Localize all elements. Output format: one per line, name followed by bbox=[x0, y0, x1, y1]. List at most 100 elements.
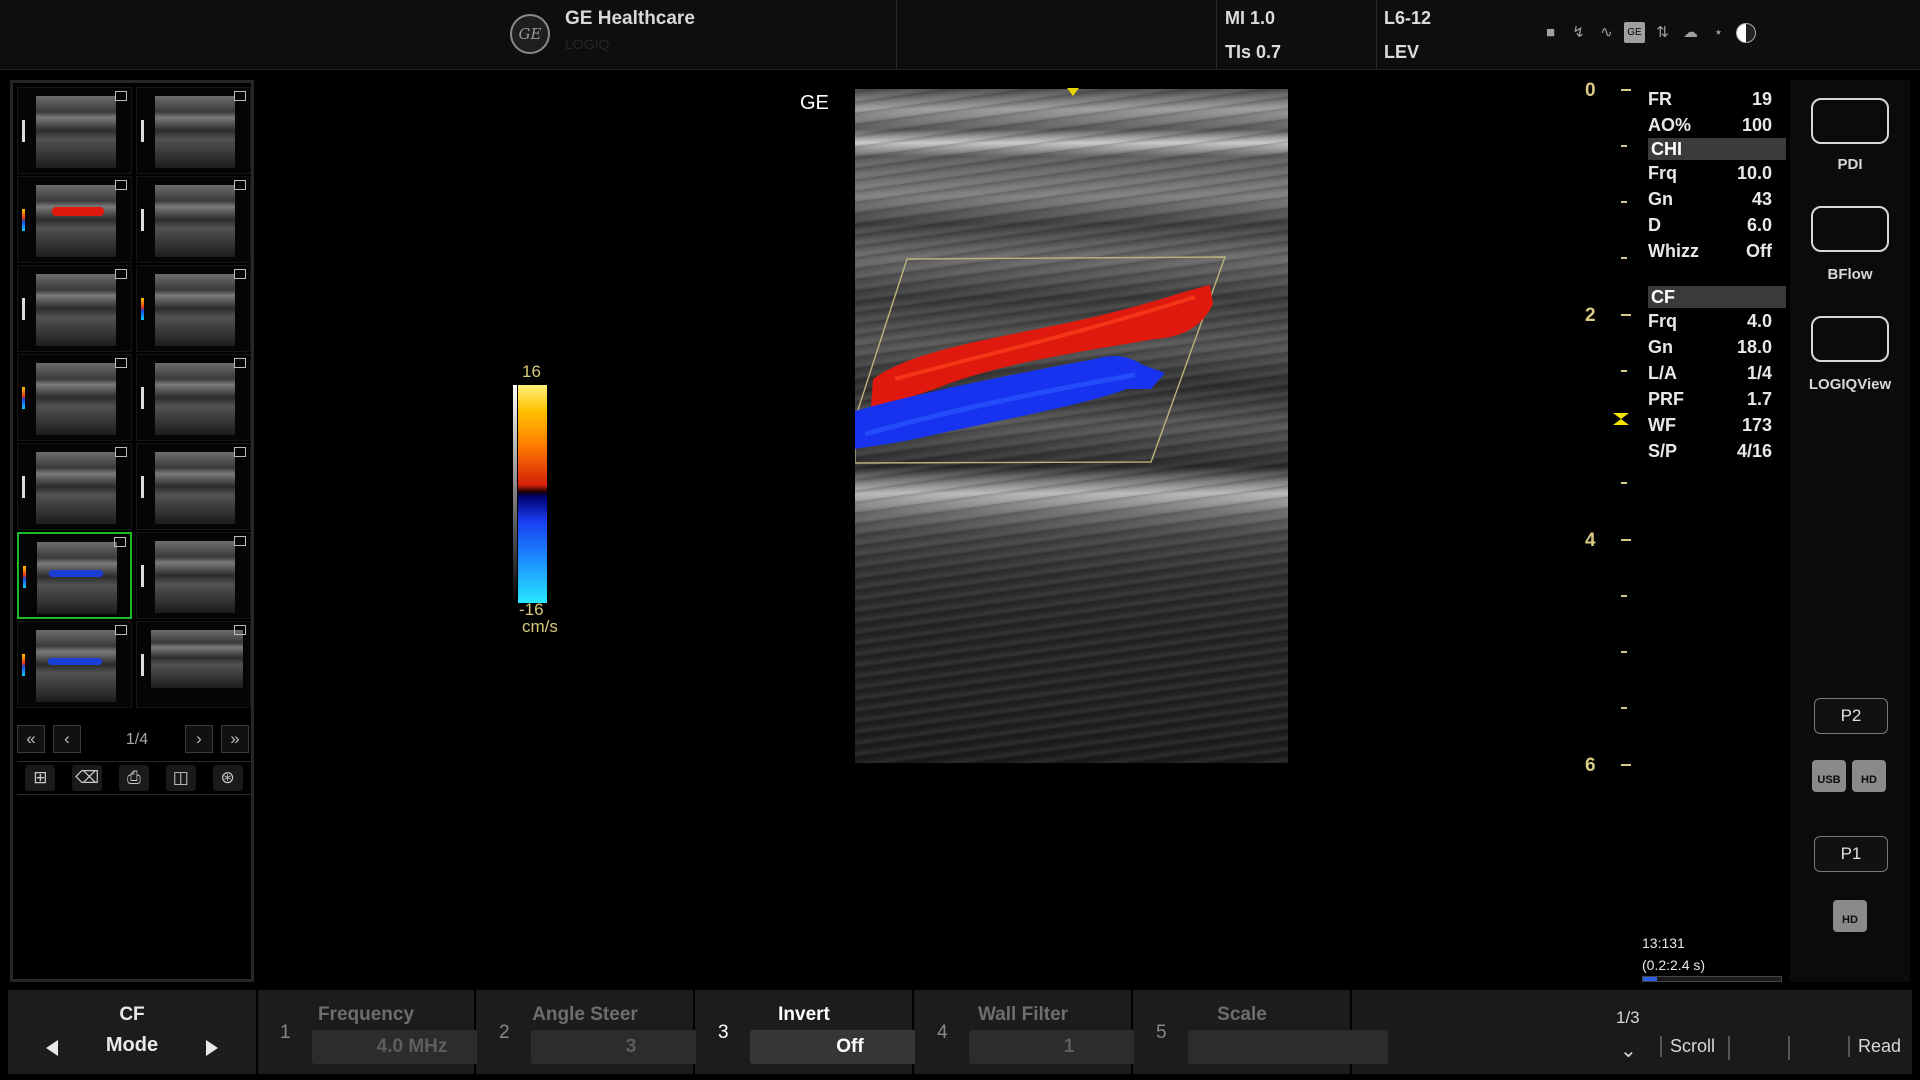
param-row: AO% 100 bbox=[1646, 112, 1786, 138]
param-row: L/A 1/4 bbox=[1646, 360, 1786, 386]
hd-storage-icon-p1[interactable]: HD bbox=[1833, 900, 1867, 932]
chi-params: Frq 10.0 Gn 43 D 6.0 Whizz Off bbox=[1646, 160, 1786, 264]
thumbnail-item[interactable] bbox=[17, 265, 132, 352]
print-icon[interactable]: ⎙ bbox=[118, 765, 149, 791]
next-page-button[interactable]: › bbox=[185, 725, 213, 753]
depth-label-0: 0 bbox=[1585, 80, 1596, 101]
thumbnail-menu-icon[interactable] bbox=[115, 269, 127, 279]
thumbnail-panel: « ‹ 1/4 › » ⊞ ⌫ ⎙ ◫ ⊛ bbox=[10, 80, 254, 982]
ge-logo: GE bbox=[510, 14, 550, 54]
param-name: S/P bbox=[1648, 441, 1678, 461]
thumbnail-item[interactable] bbox=[17, 354, 132, 441]
thumbnail-item[interactable] bbox=[17, 532, 132, 619]
softkey-wall-filter[interactable]: 4 Wall Filter 1 bbox=[915, 990, 1169, 1074]
probe-name: L6-12 bbox=[1384, 8, 1432, 28]
thumbnail-menu-icon[interactable] bbox=[115, 625, 127, 635]
lock-icon: ■ bbox=[1545, 24, 1556, 41]
thumbnail-item[interactable] bbox=[136, 443, 251, 530]
thumbnail-menu-icon[interactable] bbox=[234, 269, 246, 279]
thumbnail-menu-icon[interactable] bbox=[115, 447, 127, 457]
param-value: 1.7 bbox=[1746, 389, 1772, 409]
thumbnail-item[interactable] bbox=[17, 176, 132, 263]
param-row: PRF 1.7 bbox=[1646, 386, 1786, 412]
thumbnail-menu-icon[interactable] bbox=[234, 180, 246, 190]
thumbnail-item[interactable] bbox=[136, 265, 251, 352]
mode-prev-arrow[interactable] bbox=[46, 1040, 58, 1056]
ultrasound-image[interactable] bbox=[855, 89, 1288, 763]
softkey-angle-steer[interactable]: 2 Angle Steer 3 bbox=[477, 990, 731, 1074]
thumbnail-item[interactable] bbox=[17, 621, 132, 708]
depth-major-tick bbox=[1621, 89, 1631, 91]
p2-button[interactable]: P2 bbox=[1814, 698, 1888, 734]
param-value: 4.0 bbox=[1746, 311, 1772, 331]
thumbnail-menu-icon[interactable] bbox=[234, 625, 246, 635]
param-value: 6.0 bbox=[1746, 215, 1772, 235]
thumbnail-menu-icon[interactable] bbox=[234, 536, 246, 546]
thumbnail-page-indicator: 1/4 bbox=[125, 731, 149, 748]
thumbnail-item[interactable] bbox=[136, 87, 251, 174]
last-page-button[interactable]: » bbox=[221, 725, 249, 753]
param-name: Whizz bbox=[1648, 241, 1699, 261]
mode-next-arrow[interactable] bbox=[206, 1040, 218, 1056]
clip-info: 13:131 (0.2:2.4 s) bbox=[1642, 932, 1705, 976]
read-label[interactable]: Read bbox=[1848, 1036, 1901, 1057]
softkey-invert[interactable]: 3 Invert Off bbox=[696, 990, 950, 1074]
p1-button[interactable]: P1 bbox=[1814, 836, 1888, 872]
logiqview-button[interactable] bbox=[1811, 316, 1889, 362]
depth-scale: 0 2 4 6 bbox=[1585, 80, 1635, 780]
thumbnail-item[interactable] bbox=[17, 443, 132, 530]
compare-icon[interactable]: ⊛ bbox=[212, 765, 243, 791]
first-page-button[interactable]: « bbox=[17, 725, 45, 753]
cine-icon[interactable]: ◫ bbox=[165, 765, 196, 791]
clip-time: (0.2:2.4 s) bbox=[1642, 957, 1706, 973]
param-name: L/A bbox=[1648, 363, 1677, 383]
usb-storage-icon[interactable]: USB bbox=[1812, 760, 1846, 792]
grid-view-icon[interactable]: ⊞ bbox=[25, 765, 56, 791]
depth-major-tick bbox=[1621, 764, 1631, 766]
depth-minor-tick bbox=[1621, 370, 1627, 372]
mode-selector[interactable]: CF Mode bbox=[8, 990, 258, 1074]
thumbnail-menu-icon[interactable] bbox=[234, 447, 246, 457]
right-mode-column: PDI BFlow LOGIQView P2 USB HD P1 HD bbox=[1790, 80, 1910, 982]
thumbnail-item[interactable] bbox=[136, 532, 251, 619]
chevron-down-icon[interactable]: ⌄ bbox=[1620, 1038, 1637, 1063]
thumbnail-item[interactable] bbox=[136, 176, 251, 263]
thumbnail-menu-icon[interactable] bbox=[115, 91, 127, 101]
param-value: 100 bbox=[1741, 115, 1772, 135]
depth-minor-tick bbox=[1621, 482, 1627, 484]
prev-page-button[interactable]: ‹ bbox=[53, 725, 81, 753]
bflow-button[interactable] bbox=[1811, 206, 1889, 252]
softkey-value[interactable] bbox=[1188, 1030, 1388, 1064]
cf-params: Frq 4.0 Gn 18.0 L/A 1/4 PRF 1.7 WF 173 S/P 4/16 bbox=[1646, 308, 1786, 464]
plug-icon: ⋆ bbox=[1713, 24, 1724, 41]
thumbnail-item[interactable] bbox=[136, 354, 251, 441]
thumbnail-colorbar bbox=[23, 566, 26, 588]
thumbnail-pager: « ‹ 1/4 › » bbox=[17, 725, 251, 755]
thumbnail-colorbar bbox=[141, 387, 144, 409]
softkey-title: Frequency bbox=[317, 1004, 415, 1025]
thumbnail-menu-icon[interactable] bbox=[234, 358, 246, 368]
thumbnail-menu-icon[interactable] bbox=[114, 537, 126, 547]
color-flow-overlay bbox=[855, 256, 1226, 464]
contrast-icon[interactable] bbox=[1736, 22, 1756, 43]
param-row: D 6.0 bbox=[1646, 212, 1786, 238]
cine-progress-bar[interactable] bbox=[1642, 976, 1782, 982]
thumbnail-image bbox=[36, 363, 116, 435]
param-row: Frq 10.0 bbox=[1646, 160, 1786, 186]
thermal-index: TIs 0.7 bbox=[1225, 42, 1282, 62]
hd-storage-icon[interactable]: HD bbox=[1852, 760, 1886, 792]
thumbnail-image bbox=[155, 363, 235, 435]
thumbnail-item[interactable] bbox=[136, 621, 251, 708]
thumbnail-item[interactable] bbox=[17, 87, 132, 174]
trash-icon[interactable]: ⌫ bbox=[72, 765, 103, 791]
thumbnail-menu-icon[interactable] bbox=[115, 358, 127, 368]
softkey-frequency[interactable]: 1 Frequency 4.0 MHz bbox=[258, 990, 512, 1074]
thumbnail-flow-red bbox=[52, 207, 104, 216]
softkey-scale[interactable]: 5 Scale bbox=[1134, 990, 1388, 1074]
thumbnail-menu-icon[interactable] bbox=[115, 180, 127, 190]
scroll-label[interactable]: Scroll bbox=[1660, 1036, 1715, 1057]
thumbnail-menu-icon[interactable] bbox=[234, 91, 246, 101]
pdi-button[interactable] bbox=[1811, 98, 1889, 144]
focus-zone-marker[interactable] bbox=[1613, 413, 1629, 425]
thumbnail-colorbar bbox=[22, 298, 25, 320]
